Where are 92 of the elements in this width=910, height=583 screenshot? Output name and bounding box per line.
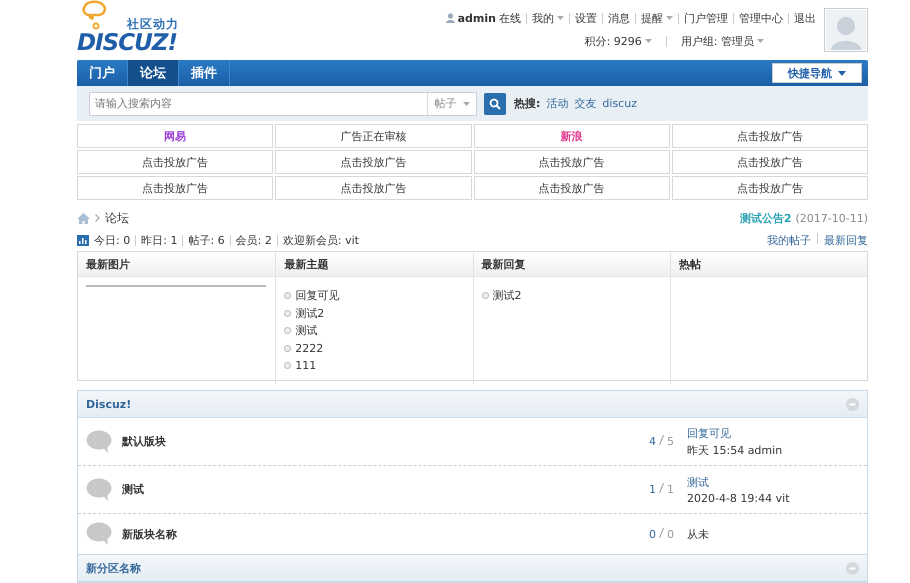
last-post-link[interactable]: 回复可见 [687,426,859,440]
forum-name[interactable]: 新版块名称 [122,526,624,542]
user-menu-link[interactable]: 退出 [794,10,816,26]
ad-slot[interactable]: 广告正在审核 [275,124,472,148]
stat-text: 帖子: 6 [188,232,225,248]
caret-icon [557,16,564,20]
column-header: 最新图片 [78,252,276,277]
user-menu-link[interactable]: 门户管理 [684,10,728,26]
ad-slot[interactable]: 点击投放广告 [275,150,472,174]
avatar[interactable] [824,8,868,52]
speech-bubble-icon [86,430,112,454]
user-icon [446,13,455,23]
ad-slot[interactable]: 点击投放广告 [474,176,670,200]
ad-slot[interactable]: 点击投放广告 [77,176,274,200]
slash-icon [659,528,664,538]
user-info-link[interactable]: 用户组: 管理员 [680,34,764,48]
last-post-info: 2020-4-8 19:44 vit [687,492,791,504]
breadcrumb-link[interactable]: 论坛 [105,210,129,226]
thread-count: 1 [649,483,656,496]
bullet-icon [284,310,292,317]
forum-group-title[interactable]: Discuz! [86,398,132,410]
stat-text: 今日: 0 [94,232,130,248]
post-count: 1 [667,483,674,496]
slash-icon [659,483,664,493]
search-icon [489,98,501,110]
slash-icon [659,435,664,445]
ad-slot[interactable]: 点击投放广告 [275,176,472,200]
quick-link[interactable]: 最新回复 [824,232,868,248]
ad-slot[interactable]: 点击投放广告 [474,150,670,174]
chart-icon [77,234,89,246]
search-button[interactable] [484,92,506,114]
bullet-icon [284,292,292,300]
collapse-icon[interactable] [846,398,859,410]
caret-icon [757,39,764,43]
ad-slot[interactable]: 点击投放广告 [672,124,868,148]
last-post-text: 从未 [687,526,710,542]
bullet-icon [482,292,488,300]
nav-tab[interactable]: 论坛 [128,60,179,86]
forum-group-title[interactable]: 新分区名称 [86,560,141,576]
logo-tagline: 社区动力 [127,16,179,32]
quick-link[interactable]: 我的帖子 [767,232,811,248]
chevron-icon [95,214,100,222]
forum-name[interactable]: 测试 [122,482,624,497]
username-link[interactable]: admin [458,12,496,24]
user-menu-link[interactable]: 管理中心 [739,10,783,26]
user-menu-link[interactable]: 提醒 [641,10,673,26]
thread-link[interactable]: 111 [295,359,316,372]
last-post-link[interactable]: 测试 [687,474,859,490]
user-menu-link[interactable]: 我的 [532,10,564,26]
bullet-icon [284,362,292,370]
caret-icon [666,16,673,20]
bullet-icon [284,327,292,334]
ad-slot[interactable]: 点击投放广告 [672,150,868,174]
thread-count: 4 [649,435,656,448]
thread-link[interactable]: 测试2 [492,288,522,304]
search-field[interactable]: 请输入搜索内容 帖子 [89,92,477,116]
last-post-info: 昨天 15:54 admin [687,442,784,458]
bullet-icon [284,344,292,352]
hot-search-label: 热搜: [514,96,540,111]
user-menu-link[interactable]: 消息 [608,10,630,26]
hot-search-link[interactable]: 交友 [574,96,596,111]
thread-link[interactable]: 测试 [295,323,318,338]
hot-search-link[interactable]: discuz [602,97,637,110]
caret-icon [644,39,652,43]
search-type-dropdown[interactable]: 帖子 [427,92,476,114]
collapse-icon[interactable] [846,562,859,574]
caret-icon [462,102,470,106]
ad-slot[interactable]: 网易 [77,124,274,148]
speech-bubble-icon [86,478,112,502]
stat-text: 昨日: 1 [141,232,178,248]
ad-slot[interactable]: 新浪 [474,124,670,148]
ad-slot[interactable]: 点击投放广告 [672,176,868,200]
user-info-link[interactable]: 积分: 9296 [584,34,652,48]
thread-link[interactable]: 2222 [295,342,324,355]
speech-bubble-icon [86,522,112,546]
post-count: 5 [667,435,674,448]
home-icon[interactable] [77,212,90,224]
ad-slot[interactable]: 点击投放广告 [77,150,274,174]
user-menu-link[interactable]: 设置 [575,10,597,26]
caret-icon [838,70,846,76]
logo-text[interactable]: DISCUZ! [77,31,177,55]
announcement-date: (2017-10-11) [795,212,868,224]
stat-text: 欢迎新会员: vit [282,232,359,248]
stat-text: 会员: 2 [236,232,272,248]
thread-count: 0 [649,528,656,540]
hot-search-link[interactable]: 活动 [546,96,568,111]
thread-link[interactable]: 测试2 [295,306,324,321]
quick-nav-button[interactable]: 快捷导航 [772,63,862,83]
post-count: 0 [667,528,674,540]
online-status: 在线 [499,10,521,26]
forum-name[interactable]: 默认版块 [122,434,624,449]
thread-link[interactable]: 回复可见 [295,288,340,304]
